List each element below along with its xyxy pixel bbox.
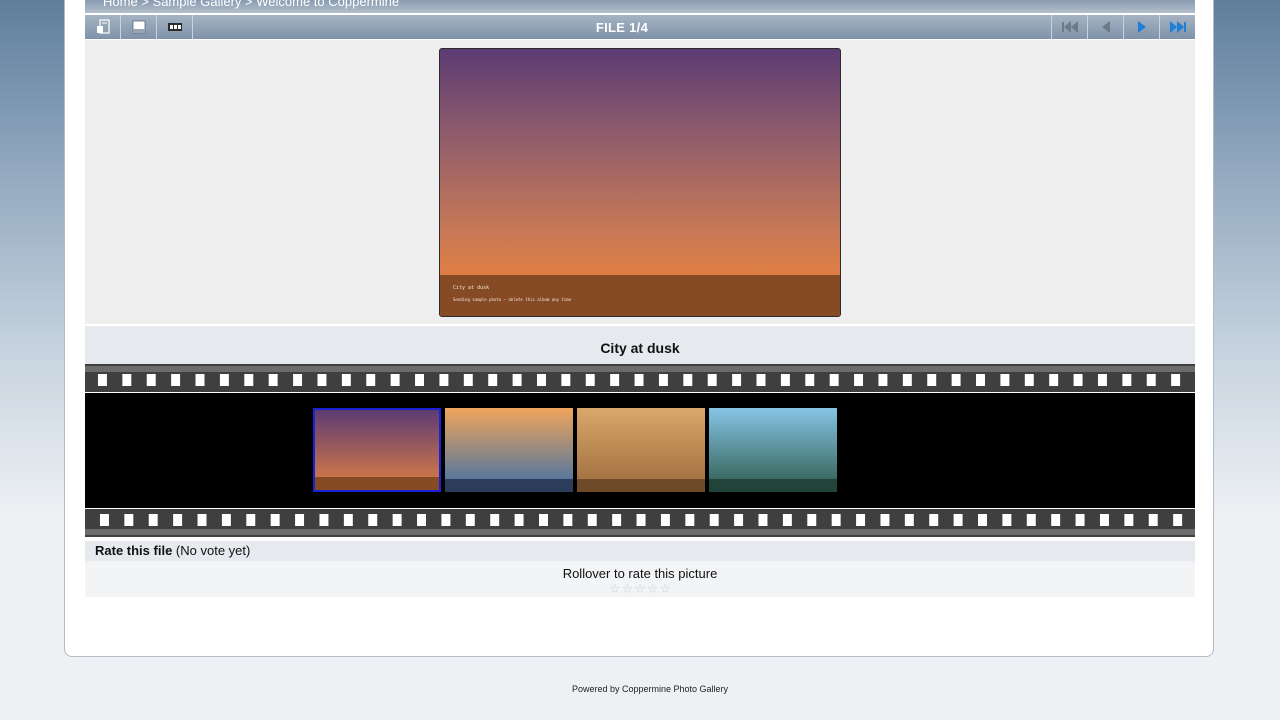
footer: Powered by Coppermine Photo Gallery — [0, 684, 1280, 694]
file-info-icon — [132, 20, 145, 34]
image-caption-band: City at dusk Seeding sample photo — dele… — [440, 275, 840, 316]
filmstrip-thumbnail[interactable] — [313, 408, 441, 492]
footer-credit: Powered by Coppermine Photo Gallery — [571, 684, 729, 694]
rating-panel: Rollover to rate this picture ☆ ☆ ☆ ☆ ☆ — [85, 561, 1195, 597]
next-file-icon — [1137, 21, 1146, 33]
rating-star-icon[interactable]: ☆ — [647, 582, 659, 595]
filmstrip-top-border — [85, 364, 1195, 392]
filmstrip — [85, 393, 1195, 508]
image-navigation-toolbar: FILE 1/4 — [85, 15, 1195, 39]
first-file-button[interactable] — [1051, 15, 1087, 39]
thumbnail-caption-band — [577, 479, 705, 492]
thumbnail-caption-band — [445, 479, 573, 492]
rating-header: Rate this file (No vote yet) — [85, 541, 1195, 561]
return-to-thumbnails-button[interactable] — [85, 15, 121, 39]
filmstrip-bottom-border — [85, 509, 1195, 537]
filmstrip-thumbnail[interactable] — [577, 408, 705, 492]
last-file-button[interactable] — [1159, 15, 1195, 39]
breadcrumb: Home > Sample Gallery > Welcome to Coppe… — [85, 0, 1195, 13]
breadcrumb-separator: > — [141, 0, 149, 9]
next-file-button[interactable] — [1123, 15, 1159, 39]
file-position-title: FILE 1/4 — [595, 19, 649, 35]
rating-header-text: Rate this file (No vote yet) — [85, 541, 1195, 561]
rating-prompt: Rollover to rate this picture — [562, 566, 718, 581]
filmstrip-thumbnail[interactable] — [709, 408, 837, 492]
thumbnail-caption-band — [709, 479, 837, 492]
breadcrumb-separator: > — [245, 0, 253, 9]
rating-star-icon[interactable]: ☆ — [659, 582, 671, 595]
first-file-icon — [1061, 21, 1078, 33]
last-file-icon — [1169, 21, 1186, 33]
breadcrumb-gallery-link[interactable]: Sample Gallery — [153, 0, 242, 9]
rating-star-icon[interactable]: ☆ — [622, 582, 634, 595]
thumbnail-caption-band — [315, 477, 439, 490]
rating-header-label: Rate this file — [95, 543, 173, 558]
image-title: City at dusk — [85, 326, 1195, 364]
previous-file-button[interactable] — [1087, 15, 1123, 39]
main-image[interactable]: City at dusk Seeding sample photo — dele… — [439, 48, 841, 317]
rating-star-icon[interactable]: ☆ — [609, 582, 621, 595]
return-to-thumbnails-icon — [96, 19, 110, 34]
rating-vote-status: (No vote yet) — [175, 543, 251, 558]
image-overlay-note: Seeding sample photo — delete this album… — [453, 297, 572, 302]
previous-file-icon — [1101, 21, 1110, 33]
image-display-area: City at dusk Seeding sample photo — dele… — [85, 40, 1195, 324]
filmstrip-thumbnail[interactable] — [445, 408, 573, 492]
slideshow-button[interactable] — [157, 15, 193, 39]
slideshow-icon — [167, 23, 182, 31]
breadcrumb-album-link[interactable]: Welcome to Coppermine — [256, 0, 399, 9]
breadcrumb-home-link[interactable]: Home — [103, 0, 138, 9]
file-info-button[interactable] — [121, 15, 157, 39]
rating-stars: ☆ ☆ ☆ ☆ ☆ — [85, 582, 1195, 595]
breadcrumb-trail: Home > Sample Gallery > Welcome to Coppe… — [103, 0, 399, 9]
image-overlay-title: City at dusk — [453, 285, 490, 291]
rating-star-icon[interactable]: ☆ — [634, 582, 646, 595]
